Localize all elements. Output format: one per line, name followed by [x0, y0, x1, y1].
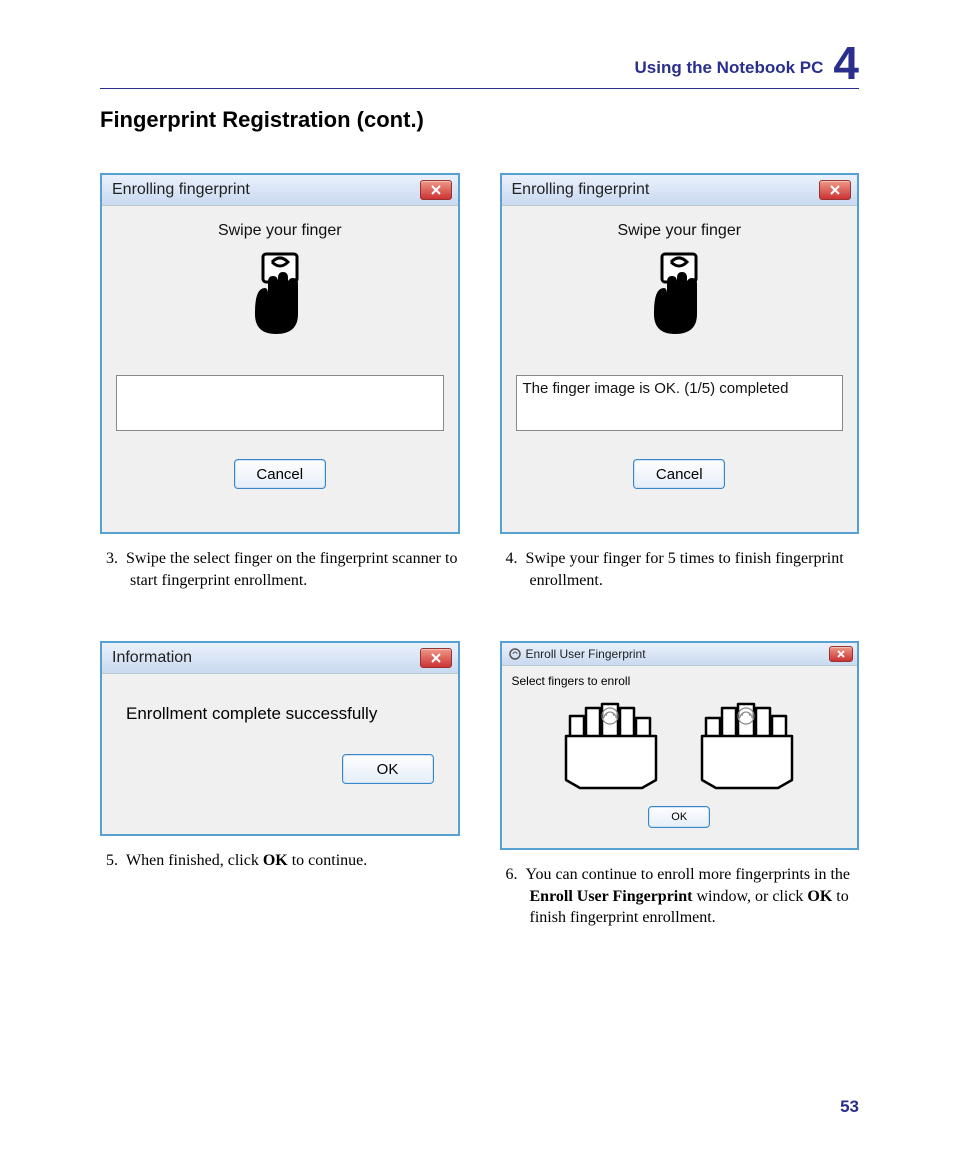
close-icon[interactable] — [819, 180, 851, 200]
caption-text: Swipe your finger for 5 times to finish … — [526, 550, 844, 589]
hands-graphic — [556, 700, 802, 792]
caption-num: 4. — [506, 550, 518, 567]
chapter-header: Using the Notebook PC 4 — [100, 40, 859, 89]
right-hand-icon[interactable] — [692, 700, 802, 792]
section-title: Fingerprint Registration (cont.) — [100, 107, 859, 133]
step-3: Enrolling fingerprint Swipe your finger — [100, 173, 460, 591]
fingerprint-icon — [508, 647, 522, 661]
caption-text: You can continue to enroll more finger­p… — [526, 866, 851, 883]
caption-text: window, or click — [692, 888, 807, 905]
swipe-label: Swipe your finger — [617, 222, 741, 240]
caption-bold: Enroll User Fingerprint — [530, 888, 693, 905]
caption-text: Swipe the select finger on the fingerpri… — [126, 550, 457, 589]
select-fingers-label: Select fingers to enroll — [512, 674, 631, 688]
step-6: Enroll User Fingerprint Select fingers t… — [500, 641, 860, 929]
info-message: Enrollment complete successfully — [126, 704, 434, 724]
step-4: Enrolling fingerprint Swipe your finger — [500, 173, 860, 591]
caption-text: When finished, click — [126, 852, 263, 869]
caption-num: 5. — [106, 852, 118, 869]
page-number: 53 — [840, 1097, 859, 1117]
left-hand-icon[interactable] — [556, 700, 666, 792]
swipe-label: Swipe your finger — [218, 222, 342, 240]
chapter-label: Using the Notebook PC — [635, 58, 824, 78]
caption-bold: OK — [263, 852, 288, 869]
dialog-title: Information — [112, 649, 192, 667]
chapter-number: 4 — [833, 40, 859, 86]
titlebar: Enroll User Fingerprint — [502, 643, 858, 666]
caption-3: 3. Swipe the select finger on the finger… — [124, 548, 460, 591]
cancel-button[interactable]: Cancel — [234, 459, 326, 489]
caption-4: 4. Swipe your finger for 5 times to fini… — [524, 548, 860, 591]
close-icon[interactable] — [420, 180, 452, 200]
dialog-title: Enrolling fingerprint — [112, 181, 250, 199]
caption-num: 3. — [106, 550, 118, 567]
dialog-information: Information Enrollment complete successf… — [100, 641, 460, 836]
titlebar: Enrolling fingerprint — [502, 175, 858, 206]
dialog-title: Enroll User Fingerprint — [526, 647, 646, 661]
titlebar: Information — [102, 643, 458, 674]
caption-bold: OK — [807, 888, 832, 905]
status-box: The finger image is OK. (1/5) completed — [516, 375, 844, 431]
status-box — [116, 375, 444, 431]
caption-6: 6. You can continue to enroll more finge… — [524, 864, 860, 929]
close-icon[interactable] — [829, 646, 853, 662]
fingerprint-swipe-icon — [237, 252, 323, 353]
dialog-title: Enrolling fingerprint — [512, 181, 650, 199]
caption-5: 5. When finished, click OK to continue. — [124, 850, 460, 872]
ok-button[interactable]: OK — [342, 754, 434, 784]
step-5: Information Enrollment complete successf… — [100, 641, 460, 929]
caption-num: 6. — [506, 866, 518, 883]
titlebar: Enrolling fingerprint — [102, 175, 458, 206]
dialog-enrolling: Enrolling fingerprint Swipe your finger — [100, 173, 460, 534]
fingerprint-swipe-icon — [636, 252, 722, 353]
dialog-enrolling: Enrolling fingerprint Swipe your finger — [500, 173, 860, 534]
cancel-button[interactable]: Cancel — [633, 459, 725, 489]
ok-button[interactable]: OK — [648, 806, 710, 828]
caption-text: to continue. — [288, 852, 368, 869]
dialog-enroll-user: Enroll User Fingerprint Select fingers t… — [500, 641, 860, 850]
close-icon[interactable] — [420, 648, 452, 668]
